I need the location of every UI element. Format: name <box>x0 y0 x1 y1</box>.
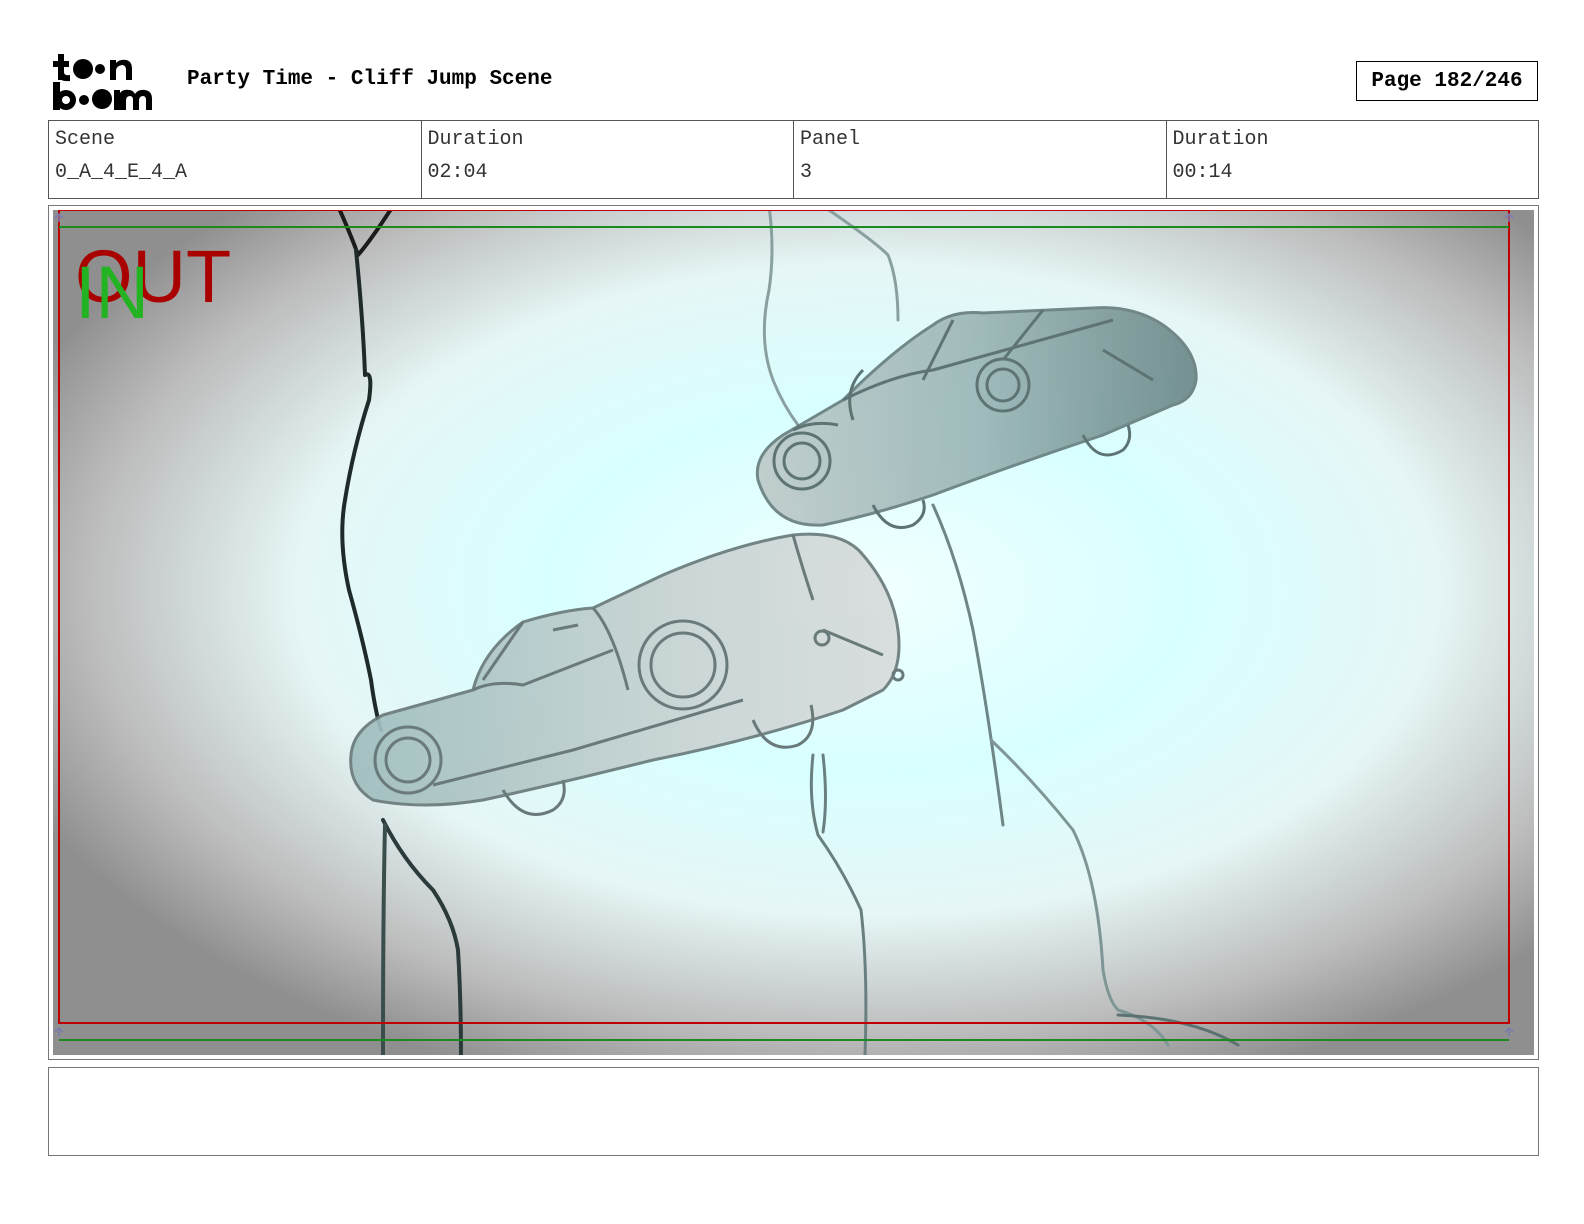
document-title: Party Time - Cliff Jump Scene <box>187 68 553 91</box>
panel-label: Panel <box>800 128 861 151</box>
panel-duration-cell: Duration 00:14 <box>1167 121 1539 198</box>
panel-duration-label: Duration <box>1172 128 1269 151</box>
scene-duration-label: Duration <box>427 128 524 151</box>
scene-info-table: Scene 0_A_4_E_4_A Duration 02:04 Panel 3… <box>48 120 1539 199</box>
scene-duration-value: 02:04 <box>427 161 488 184</box>
toon-boom-logo <box>52 52 164 112</box>
storyboard-panel-image: OUT IN <box>53 210 1534 1055</box>
scene-cell: Scene 0_A_4_E_4_A <box>49 121 422 198</box>
panel-notes <box>48 1067 1539 1156</box>
scene-duration-cell: Duration 02:04 <box>422 121 794 198</box>
panel-duration-value: 00:14 <box>1172 161 1233 184</box>
panel-cell: Panel 3 <box>794 121 1167 198</box>
page-indicator: Page 182/246 <box>1356 61 1538 101</box>
in-label: IN <box>75 251 149 334</box>
scene-value: 0_A_4_E_4_A <box>55 161 188 184</box>
scene-label: Scene <box>55 128 116 151</box>
panel-value: 3 <box>800 161 813 184</box>
cliff-line-left-inner <box>381 823 387 1055</box>
